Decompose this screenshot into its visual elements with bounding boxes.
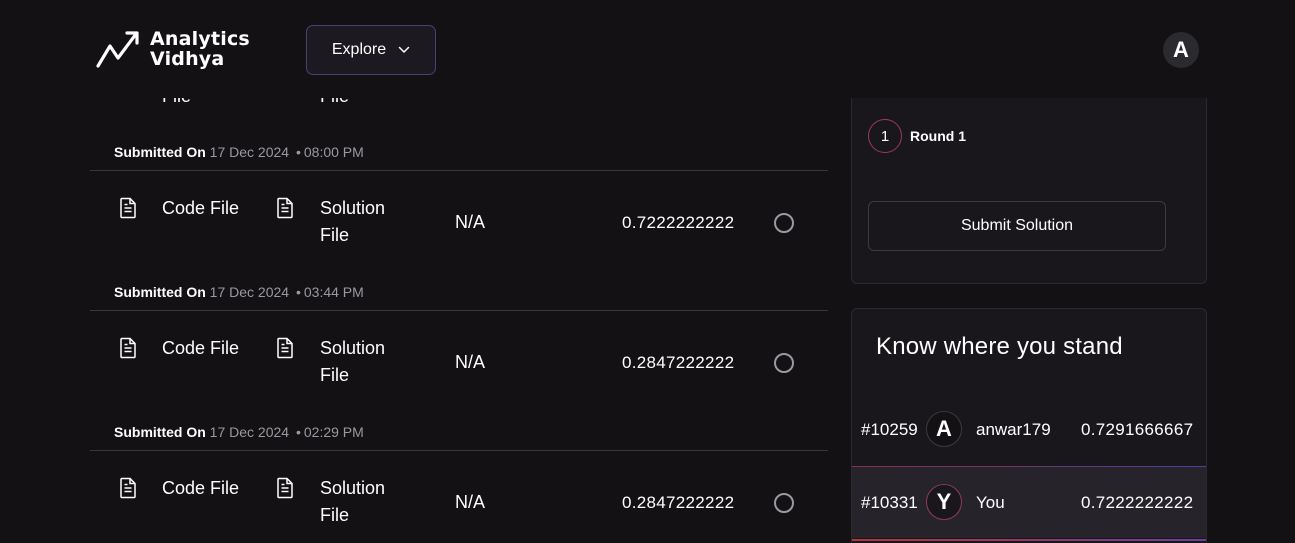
submitted-on-prefix: Submitted On	[114, 424, 206, 440]
leaderboard-row-current-user[interactable]: #10331 Y You 0.7222222222	[852, 466, 1206, 538]
submitted-on-label: Submitted On 17 Dec 2024 • 02:29 PM	[114, 424, 364, 440]
leaderboard-score: 0.7291666667	[1081, 420, 1194, 439]
leaderboard-score: 0.7222222222	[1081, 493, 1194, 512]
leaderboard-rank: #10331	[861, 493, 918, 512]
logo-line-1: Analytics	[150, 28, 250, 50]
submit-solution-button[interactable]: Submit Solution	[868, 201, 1166, 251]
submission-row: Code File Solution File N/A 0.2847222222	[90, 450, 828, 543]
public-score: 0.7222222222	[622, 213, 735, 232]
public-score: 0.2847222222	[622, 493, 735, 512]
private-score: N/A	[455, 352, 486, 372]
submitted-on-label: Submitted On 17 Dec 2024 • 03:44 PM	[114, 284, 364, 300]
leaderboard-rank: #10259	[861, 420, 918, 439]
leaderboard-username: You	[976, 493, 1005, 512]
analytics-vidhya-logo[interactable]: Analytics Vidhya	[96, 27, 250, 71]
round-card: 1 Round 1 Submit Solution	[851, 80, 1207, 284]
solution-file-link[interactable]: Solution File	[320, 335, 410, 389]
submitted-on-prefix: Submitted On	[114, 284, 206, 300]
submission-date: 17 Dec 2024	[209, 424, 290, 440]
submission-time: 02:29 PM	[303, 424, 364, 440]
submission-time: 03:44 PM	[303, 284, 364, 300]
solution-file-icon[interactable]	[275, 197, 295, 219]
explore-dropdown-button[interactable]: Explore	[306, 25, 436, 75]
code-file-link[interactable]: Code File	[162, 335, 252, 362]
submission-time: 08:00 PM	[303, 144, 364, 160]
logo-text: Analytics Vidhya	[150, 29, 250, 69]
code-file-icon[interactable]	[118, 477, 138, 499]
leaderboard-row[interactable]: #10259 A anwar179 0.7291666667	[852, 393, 1206, 465]
explore-label: Explore	[331, 41, 387, 58]
submitted-on-label: Submitted On 17 Dec 2024 • 08:00 PM	[114, 144, 364, 160]
leaderboard-title: Know where you stand	[876, 333, 1123, 360]
logo-line-2: Vidhya	[150, 48, 225, 70]
select-submission-radio[interactable]	[774, 493, 794, 513]
separator-dot: •	[295, 144, 301, 160]
solution-file-icon[interactable]	[275, 477, 295, 499]
chevron-down-icon	[398, 46, 410, 53]
round-number-badge: 1	[868, 119, 902, 153]
top-navbar: Analytics Vidhya Explore A	[0, 0, 1295, 98]
user-avatar[interactable]: A	[1163, 32, 1199, 68]
page: File File Submitted On 17 Dec 2024 •08:0…	[0, 0, 1295, 543]
public-score: 0.2847222222	[622, 353, 735, 372]
separator-dot: •	[295, 424, 301, 440]
round-label: Round 1	[910, 128, 966, 144]
leaderboard-username: anwar179	[976, 420, 1051, 439]
private-score: N/A	[455, 212, 486, 232]
code-file-icon[interactable]	[118, 337, 138, 359]
submitted-on-prefix: Submitted On	[114, 144, 206, 160]
solution-file-link[interactable]: Solution File	[320, 195, 410, 249]
code-file-icon[interactable]	[118, 197, 138, 219]
select-submission-radio[interactable]	[774, 353, 794, 373]
solution-file-icon[interactable]	[275, 337, 295, 359]
private-score: N/A	[455, 492, 486, 512]
submission-row: Code File Solution File N/A 0.7222222222	[90, 170, 828, 280]
select-submission-radio[interactable]	[774, 213, 794, 233]
code-file-link[interactable]: Code File	[162, 195, 252, 222]
separator-dot: •	[295, 284, 301, 300]
leaderboard-card: Know where you stand #10259 A anwar179 0…	[851, 308, 1207, 543]
trend-arrow-icon	[96, 31, 139, 68]
code-file-link[interactable]: Code File	[162, 475, 252, 502]
avatar: Y	[926, 484, 962, 520]
submission-date: 17 Dec 2024	[209, 284, 290, 300]
avatar: A	[926, 411, 962, 447]
solution-file-link[interactable]: Solution File	[320, 475, 410, 529]
submission-row: Code File Solution File N/A 0.2847222222	[90, 310, 828, 420]
leaderboard-divider	[852, 539, 1206, 541]
submission-date: 17 Dec 2024	[209, 144, 290, 160]
